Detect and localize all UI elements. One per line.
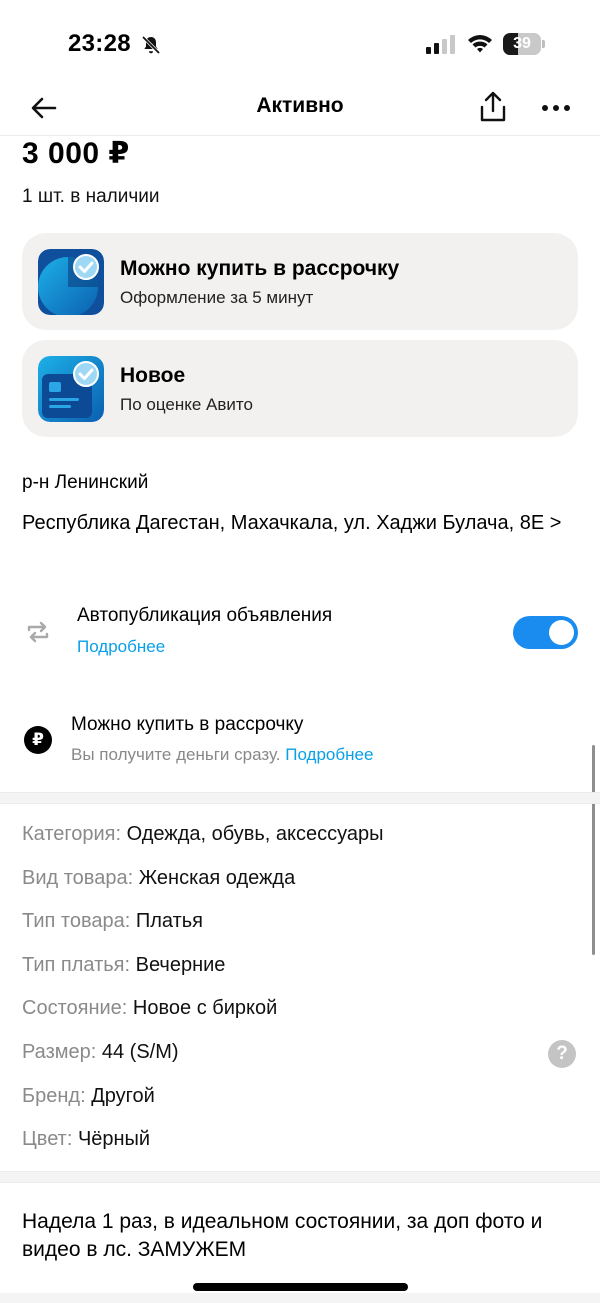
listing-description: Надела 1 раз, в идеальном состоянии, за … (22, 1210, 543, 1261)
param-value: Одежда, обувь, аксессуары (126, 823, 384, 845)
param-key: Тип товара: (22, 910, 131, 932)
bell-muted-icon (141, 35, 161, 55)
promo-subtitle: Оформление за 5 минут (120, 288, 314, 307)
cellular-signal-icon (426, 35, 455, 54)
new-badge-icon (38, 356, 104, 422)
battery-level: 39 (513, 35, 531, 52)
param-value: 44 (S/M) (101, 1041, 179, 1063)
bottom-divider (0, 1293, 600, 1303)
district-label: р-н Ленинский (22, 472, 149, 493)
ruble-icon: ₽ (24, 726, 52, 754)
home-indicator (193, 1283, 408, 1291)
size-help-icon[interactable]: ? (548, 1040, 576, 1068)
param-key: Бренд: (22, 1085, 86, 1107)
param-key: Категория: (22, 823, 122, 845)
address-link[interactable]: Республика Дагестан, Махачкала, ул. Хадж… (22, 508, 582, 538)
param-key: Цвет: (22, 1128, 73, 1150)
toggle-knob (549, 620, 574, 645)
installment-title: Можно купить в рассрочку (71, 714, 304, 735)
address-text: Республика Дагестан, Махачкала, ул. Хадж… (22, 512, 545, 534)
page-title: Активно (256, 94, 344, 117)
autopublication-toggle[interactable] (513, 616, 578, 649)
section-divider (0, 1171, 600, 1183)
stock-count: 1 шт. в наличии (22, 186, 160, 207)
param-row: Тип товара: Платья (22, 910, 203, 933)
param-row: Бренд: Другой (22, 1085, 155, 1108)
autopublication-more-link[interactable]: Подробнее (77, 637, 165, 657)
status-bar: 23:28 39 (0, 0, 600, 80)
param-value: Женская одежда (138, 867, 296, 889)
status-time: 23:28 (68, 30, 131, 57)
param-key: Состояние: (22, 997, 128, 1019)
share-icon[interactable] (478, 90, 508, 124)
param-row: Состояние: Новое с биркой (22, 997, 277, 1020)
installment-subtitle: Вы получите деньги сразу. Подробнее (71, 745, 373, 765)
autopublication-title: Автопубликация объявления (77, 605, 333, 626)
promo-title: Новое (120, 364, 186, 387)
param-key: Вид товара: (22, 867, 134, 889)
listing-price: 3 000 ₽ (22, 137, 130, 170)
installment-subtitle-text: Вы получите деньги сразу. (71, 745, 281, 764)
scrollbar[interactable] (592, 745, 595, 955)
param-value: Платья (135, 910, 203, 932)
promo-subtitle: По оценке Авито (120, 395, 253, 414)
param-row: Тип платья: Вечерние (22, 954, 225, 977)
promo-title: Можно купить в рассрочку (120, 257, 400, 280)
param-row: Цвет: Чёрный (22, 1128, 150, 1151)
more-options-icon[interactable] (540, 96, 572, 120)
param-value: Вечерние (135, 954, 226, 976)
param-value: Другой (91, 1085, 155, 1107)
chevron-right-icon: > (549, 512, 562, 534)
param-value: Чёрный (77, 1128, 151, 1150)
battery-indicator: 39 (503, 33, 545, 55)
condition-promo-card[interactable]: Новое По оценке Авито (22, 340, 578, 437)
param-row: Вид товара: Женская одежда (22, 867, 295, 890)
param-value: Новое с биркой (132, 997, 278, 1019)
installment-promo-card[interactable]: Можно купить в рассрочку Оформление за 5… (22, 233, 578, 330)
param-key: Тип платья: (22, 954, 131, 976)
installment-badge-icon (38, 249, 104, 315)
param-row: Категория: Одежда, обувь, аксессуары (22, 823, 384, 846)
param-key: Размер: (22, 1041, 97, 1063)
param-row: Размер: 44 (S/M) (22, 1041, 179, 1064)
navigation-bar: Активно (0, 80, 600, 136)
installment-more-link[interactable]: Подробнее (285, 745, 373, 764)
section-divider (0, 792, 600, 804)
repeat-icon (27, 621, 49, 643)
wifi-icon (468, 35, 492, 53)
